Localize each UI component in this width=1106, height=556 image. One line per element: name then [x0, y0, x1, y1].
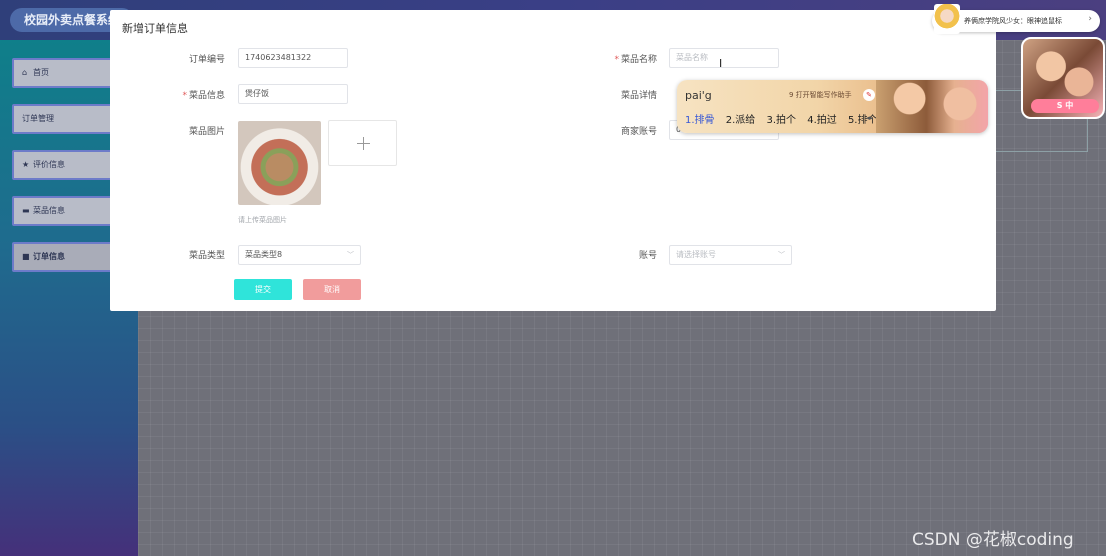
sidebar-item-label: 菜品信息	[33, 206, 65, 215]
dish-type-value: 菜品类型8	[245, 250, 283, 259]
watermark: CSDN @花椒coding	[912, 530, 1074, 550]
ime-candidate[interactable]: 1.排骨	[685, 115, 715, 126]
floating-photo-widget[interactable]: S 中	[1021, 37, 1105, 119]
ime-skin-image	[876, 80, 988, 133]
ime-candidate-bar: pai'g 9 打开智能写作助手 ✎ 1.排骨 2.派给 3.拍个 4.拍过 5…	[677, 80, 988, 133]
sidebar-item-label: 订单管理	[22, 114, 54, 123]
sidebar-item-order-manage[interactable]: 订单管理	[12, 104, 112, 134]
ime-candidate[interactable]: 4.拍过	[807, 115, 837, 126]
dish-info-input[interactable]: 煲仔饭	[238, 84, 348, 104]
ime-candidate[interactable]: 2.派给	[726, 115, 756, 126]
dialog-title: 新增订单信息	[122, 22, 188, 35]
order-no-label: 订单编号	[188, 55, 225, 65]
chevron-down-icon: ﹀	[778, 251, 785, 259]
ime-composition: pai'g	[685, 89, 712, 102]
dish-detail-label: 菜品详情	[620, 91, 657, 101]
dish-image-label: 菜品图片	[188, 127, 225, 137]
avatar	[934, 4, 960, 34]
chevron-right-icon: ›	[1088, 14, 1092, 24]
sidebar-item-reviews[interactable]: ★ 评价信息	[12, 150, 112, 180]
ime-tray[interactable]: S 中	[1031, 99, 1099, 113]
dish-name-label: * 菜品名称	[614, 55, 657, 65]
ime-candidates: 1.排骨 2.派给 3.拍个 4.拍过 5.排个	[685, 111, 885, 126]
ime-assistant-hint[interactable]: 9 打开智能写作助手	[789, 90, 852, 100]
ime-assistant-icon[interactable]: ✎	[863, 89, 875, 101]
sidebar-item-dishes[interactable]: ▬ 菜品信息	[12, 196, 112, 226]
folder-icon: ▬	[22, 206, 30, 215]
submit-button[interactable]: 提交	[234, 279, 292, 300]
account-placeholder: 请选择账号	[676, 250, 716, 259]
account-select[interactable]: 请选择账号 ﹀	[669, 245, 792, 265]
star-icon: ★	[22, 160, 30, 169]
order-no-input[interactable]: 1740623481322	[238, 48, 348, 68]
dish-type-label: 菜品类型	[188, 251, 225, 261]
uploaded-dish-image[interactable]	[238, 121, 321, 205]
merchant-account-label: 商家账号	[620, 127, 657, 137]
sidebar-item-label: 订单信息	[33, 252, 65, 261]
dish-type-select[interactable]: 菜品类型8 ﹀	[238, 245, 361, 265]
text-cursor-icon: I	[719, 57, 723, 70]
ime-candidate[interactable]: 3.拍个	[766, 115, 796, 126]
sidebar-item-label: 首页	[33, 68, 49, 77]
upload-hint: 请上传菜品图片	[238, 216, 287, 224]
document-icon: ■	[22, 252, 30, 261]
sidebar-item-label: 评价信息	[33, 160, 65, 169]
cancel-button[interactable]: 取消	[303, 279, 361, 300]
notification-pill[interactable]: 养俩庶学院风少女：眼神追鼠标 ›	[932, 4, 1100, 34]
dish-info-label: * 菜品信息	[182, 91, 225, 101]
sidebar-item-home[interactable]: ⌂ 首页	[12, 58, 112, 88]
chevron-down-icon: ﹀	[347, 251, 354, 259]
sidebar-item-orders[interactable]: ■ 订单信息	[12, 242, 112, 272]
home-icon: ⌂	[22, 68, 28, 77]
account-label: 账号	[638, 251, 657, 261]
add-order-dialog: 新增订单信息 订单编号 1740623481322 * 菜品名称 菜品名称 I *…	[110, 10, 996, 311]
dish-name-input[interactable]: 菜品名称	[669, 48, 779, 68]
ime-candidate[interactable]: 5.排个	[848, 115, 878, 126]
ime-page-arrows-icon[interactable]: ◂▸	[866, 114, 873, 122]
upload-add-button[interactable]	[328, 120, 397, 166]
notification-text: 养俩庶学院风少女：眼神追鼠标	[964, 17, 1062, 25]
